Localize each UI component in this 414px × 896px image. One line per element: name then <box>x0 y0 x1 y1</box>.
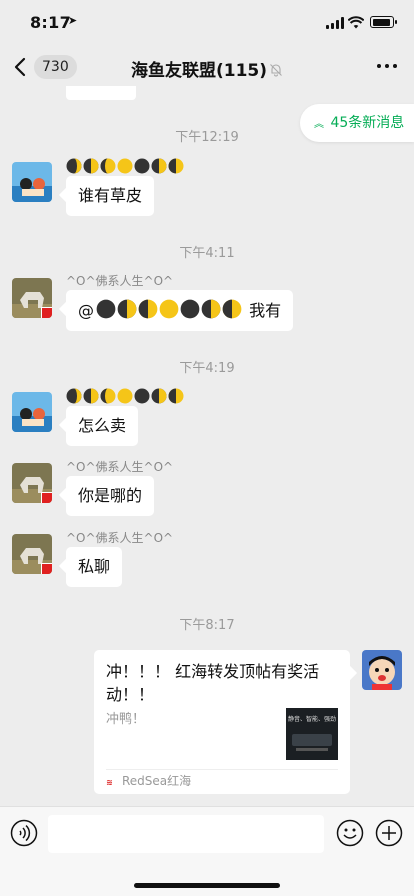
message-bubble[interactable]: 私聊 <box>66 547 123 587</box>
link-source: ≋ RedSea红海 <box>106 773 191 791</box>
thumbnail-caption: 静音、智能、强劲 <box>287 716 336 723</box>
moon-emoji-icon <box>168 158 184 174</box>
sender-name: ^O^佛系人生^O^ <box>66 274 174 288</box>
shared-link-card[interactable]: 冲！！！ 红海转发顶帖有奖活动！！ 冲鸭！ 静音、智能、强劲 ≋ RedSea红海 <box>94 650 350 794</box>
status-time: 8:17 <box>30 13 71 32</box>
avatar[interactable] <box>12 463 52 503</box>
chat-title-text: 海鱼友联盟(115) <box>130 61 268 81</box>
link-source-name: RedSea红海 <box>122 774 192 788</box>
avatar[interactable] <box>12 162 52 202</box>
moon-emoji-icon <box>159 299 179 319</box>
message-bubble[interactable]: 谁有草皮 <box>66 176 155 216</box>
timestamp: 下午4:11 <box>179 246 235 261</box>
nav-bar: 730 海鱼友联盟(115) <box>0 46 414 88</box>
location-arrow-icon: ➤ <box>68 14 78 27</box>
moon-emoji-icon <box>66 388 82 404</box>
timestamp: 下午12:19 <box>175 130 239 145</box>
avatar[interactable] <box>12 534 52 574</box>
flag-icon <box>41 492 52 503</box>
plus-icon[interactable] <box>375 819 403 847</box>
moon-emoji-icon <box>83 388 99 404</box>
moon-emoji-icon <box>180 299 200 319</box>
flag-icon <box>41 307 52 318</box>
status-bar: 8:17 ➤ <box>0 0 414 46</box>
avatar[interactable] <box>12 278 52 318</box>
self-avatar[interactable] <box>362 650 402 690</box>
sender-name: ^O^佛系人生^O^ <box>66 460 174 474</box>
partial-message-peek <box>66 86 136 100</box>
message-text: 我有 <box>244 301 282 320</box>
moon-emoji-icon <box>100 158 116 174</box>
avatar[interactable] <box>12 392 52 432</box>
emoji-icon[interactable] <box>336 819 364 847</box>
moon-emoji-icon <box>83 158 99 174</box>
sender-name-moons <box>66 158 184 174</box>
moon-emoji-icon <box>100 388 116 404</box>
message-bubble[interactable]: @ 我有 <box>66 290 294 331</box>
timestamp: 下午4:19 <box>179 361 235 376</box>
sender-name-moons <box>66 388 184 404</box>
input-bar <box>0 806 414 896</box>
more-options-button[interactable] <box>374 56 400 76</box>
moon-emoji-icon <box>117 388 133 404</box>
link-description: 冲鸭！ <box>106 712 146 727</box>
moon-emoji-icon <box>134 388 150 404</box>
link-title: 冲！！！ 红海转发顶帖有奖活动！！ <box>106 662 320 704</box>
message-bubble[interactable]: 你是哪的 <box>66 476 155 516</box>
moon-emoji-icon <box>201 299 221 319</box>
sender-name: ^O^佛系人生^O^ <box>66 531 174 545</box>
wifi-icon <box>348 16 364 29</box>
message-text: 私聊 <box>78 557 111 576</box>
timestamp: 下午8:17 <box>179 618 235 633</box>
message-text: 谁有草皮 <box>78 186 143 205</box>
moon-emoji-icon <box>117 158 133 174</box>
mention-moons <box>96 299 242 319</box>
moon-emoji-icon <box>151 388 167 404</box>
battery-icon <box>370 16 397 28</box>
moon-emoji-icon <box>96 299 116 319</box>
moon-emoji-icon <box>134 158 150 174</box>
voice-input-icon[interactable] <box>10 819 38 847</box>
mute-bell-icon <box>270 64 282 77</box>
message-bubble[interactable]: 怎么卖 <box>66 406 139 446</box>
chat-title: 海鱼友联盟(115) <box>0 56 414 81</box>
moon-emoji-icon <box>168 388 184 404</box>
moon-emoji-icon <box>117 299 137 319</box>
mention-at: @ <box>78 301 94 320</box>
divider <box>106 769 338 770</box>
signal-icon <box>326 17 344 29</box>
redsea-logo-icon: ≋ <box>106 778 113 787</box>
message-text: 你是哪的 <box>78 486 143 505</box>
flag-icon <box>41 563 52 574</box>
link-thumbnail: 静音、智能、强劲 <box>286 708 338 760</box>
message-input[interactable] <box>48 815 324 853</box>
message-text: 怎么卖 <box>78 416 127 435</box>
moon-emoji-icon <box>66 158 82 174</box>
moon-emoji-icon <box>222 299 242 319</box>
moon-emoji-icon <box>138 299 158 319</box>
moon-emoji-icon <box>151 158 167 174</box>
home-indicator <box>134 883 280 888</box>
